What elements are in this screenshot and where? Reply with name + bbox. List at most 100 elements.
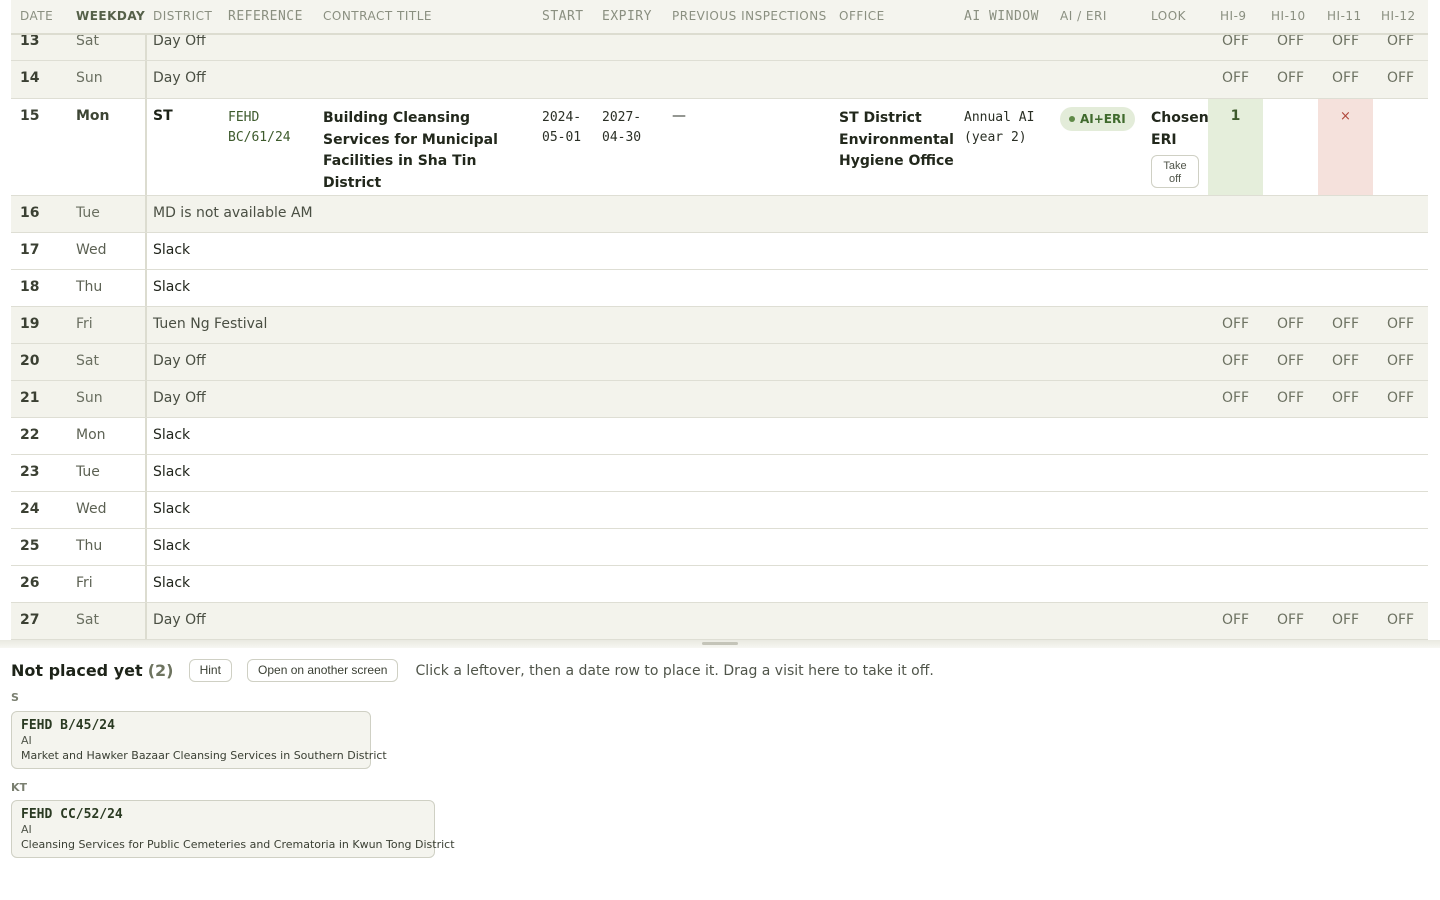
table-row[interactable]: 18 Thu Slack xyxy=(11,270,1428,307)
tray-instructions: Click a leftover, then a date row to pla… xyxy=(415,662,934,679)
header-ai-window[interactable]: AI WINDOW xyxy=(964,9,1039,24)
hi11-blocked-icon: × xyxy=(1340,109,1351,124)
row-date: 21 xyxy=(20,390,40,406)
open-another-screen-button[interactable]: Open on another screen xyxy=(247,659,399,682)
card-type: AI xyxy=(21,734,32,747)
row-date: 22 xyxy=(20,427,40,443)
schedule-table: 13 Sat Day Off OFF OFF OFF OFF 14 Sun Da… xyxy=(0,0,1440,640)
hi10-off: OFF xyxy=(1276,33,1305,49)
header-look[interactable]: LOOK xyxy=(1151,9,1186,23)
table-row[interactable]: 22 Mon Slack xyxy=(11,418,1428,455)
header-hi11[interactable]: HI-11 xyxy=(1327,9,1362,23)
take-off-button[interactable]: Take off xyxy=(1151,155,1199,188)
contract-expiry: 2027-04-30 xyxy=(602,110,642,145)
card-reference: FEHD B/45/24 xyxy=(21,718,115,733)
table-row[interactable]: 24 Wed Slack xyxy=(11,492,1428,529)
hi11-cell-blocked[interactable]: × xyxy=(1318,99,1373,195)
header-weekday[interactable]: WEEKDAY xyxy=(76,9,145,23)
column-divider xyxy=(145,455,147,491)
row-weekday: Sun xyxy=(76,390,103,406)
ai-window: Annual AI (year 2) xyxy=(964,110,1035,145)
hi9-off: OFF xyxy=(1221,353,1250,369)
header-start[interactable]: START xyxy=(542,9,584,24)
contract-title: Building Cleansing Services for Municipa… xyxy=(323,110,498,191)
row-weekday: Sat xyxy=(76,612,99,628)
hi12-off: OFF xyxy=(1386,70,1415,86)
row-weekday: Mon xyxy=(76,427,106,443)
row-note: MD is not available AM xyxy=(153,205,313,221)
table-row-contract[interactable]: 1 × 15 Mon ST FEHD BC/61/24 Building Cle… xyxy=(11,99,1428,196)
header-date[interactable]: DATE xyxy=(20,9,53,23)
header-hi10[interactable]: HI-10 xyxy=(1271,9,1306,23)
table-row[interactable]: 20 Sat Day Off OFF OFF OFF OFF xyxy=(11,344,1428,381)
hi9-off: OFF xyxy=(1221,33,1250,49)
header-district[interactable]: DISTRICT xyxy=(153,9,212,23)
row-note: Day Off xyxy=(153,353,206,369)
hi9-off: OFF xyxy=(1221,316,1250,332)
drag-handle-icon[interactable] xyxy=(702,642,738,645)
office-name: ST District Environmental Hygiene Office xyxy=(839,110,954,169)
table-row[interactable]: 17 Wed Slack xyxy=(11,233,1428,270)
district-code: ST xyxy=(153,108,173,124)
table-header: DATE WEEKDAY DISTRICT REFERENCE CONTRACT… xyxy=(11,0,1428,35)
hi12-off: OFF xyxy=(1386,33,1415,49)
row-weekday: Sat xyxy=(76,33,99,49)
row-note: Day Off xyxy=(153,70,206,86)
column-divider xyxy=(145,196,147,232)
row-weekday: Tue xyxy=(76,464,100,480)
table-row[interactable]: 23 Tue Slack xyxy=(11,455,1428,492)
leftover-card[interactable]: FEHD CC/52/24 AI Cleansing Services for … xyxy=(11,800,455,858)
table-row[interactable]: 27 Sat Day Off OFF OFF OFF OFF xyxy=(11,603,1428,640)
hi11-off: OFF xyxy=(1331,353,1360,369)
card-title: Market and Hawker Bazaar Cleansing Servi… xyxy=(21,749,387,762)
row-note: Slack xyxy=(153,575,191,591)
row-date: 26 xyxy=(20,575,40,591)
row-note: Slack xyxy=(153,427,191,443)
column-divider xyxy=(145,99,147,195)
hi10-off: OFF xyxy=(1276,390,1305,406)
row-weekday: Mon xyxy=(76,108,110,124)
row-weekday: Wed xyxy=(76,501,107,517)
header-expiry[interactable]: EXPIRY xyxy=(602,9,652,24)
table-row[interactable]: 14 Sun Day Off OFF OFF OFF OFF xyxy=(11,61,1428,99)
unplaced-tray[interactable]: Not placed yet (2) Hint Open on another … xyxy=(0,648,1440,900)
row-date: 23 xyxy=(20,464,40,480)
row-weekday: Tue xyxy=(76,205,100,221)
hi11-off: OFF xyxy=(1331,612,1360,628)
table-row[interactable]: 25 Thu Slack xyxy=(11,529,1428,566)
status-dot-icon xyxy=(1069,116,1075,122)
row-note: Slack xyxy=(153,501,191,517)
hi12-off: OFF xyxy=(1386,390,1415,406)
header-hi12[interactable]: HI-12 xyxy=(1381,9,1416,23)
ai-eri-label: AI+ERI xyxy=(1080,112,1126,126)
hint-button[interactable]: Hint xyxy=(188,659,232,682)
hi10-off: OFF xyxy=(1276,353,1305,369)
table-row[interactable]: 26 Fri Slack xyxy=(11,566,1428,603)
header-contract-title[interactable]: CONTRACT TITLE xyxy=(323,9,432,23)
tray-header: Not placed yet (2) Hint Open on another … xyxy=(11,659,934,683)
tray-count: (2) xyxy=(147,661,174,680)
table-row[interactable]: 16 Tue MD is not available AM xyxy=(11,196,1428,233)
hi10-off: OFF xyxy=(1276,70,1305,86)
hi9-cell-assigned[interactable]: 1 xyxy=(1208,99,1263,195)
row-weekday: Thu xyxy=(76,279,103,295)
hi9-off: OFF xyxy=(1221,612,1250,628)
table-row[interactable]: 19 Fri Tuen Ng Festival OFF OFF OFF OFF xyxy=(11,307,1428,344)
header-previous-inspections[interactable]: PREVIOUS INSPECTIONS xyxy=(672,9,827,23)
row-weekday: Sat xyxy=(76,353,99,369)
column-divider xyxy=(145,61,147,98)
hi10-off: OFF xyxy=(1276,316,1305,332)
row-note: Slack xyxy=(153,538,191,554)
header-ai-eri[interactable]: AI / ERI xyxy=(1060,9,1107,23)
header-office[interactable]: OFFICE xyxy=(839,9,885,23)
column-divider xyxy=(145,381,147,417)
table-row[interactable]: 21 Sun Day Off OFF OFF OFF OFF xyxy=(11,381,1428,418)
header-reference[interactable]: REFERENCE xyxy=(228,9,303,24)
hi12-off: OFF xyxy=(1386,612,1415,628)
header-hi9[interactable]: HI-9 xyxy=(1220,9,1247,23)
row-note: Day Off xyxy=(153,612,206,628)
hi10-off: OFF xyxy=(1276,612,1305,628)
column-divider xyxy=(145,566,147,602)
leftover-card[interactable]: FEHD B/45/24 AI Market and Hawker Bazaar… xyxy=(11,711,387,769)
row-note: Tuen Ng Festival xyxy=(153,316,268,332)
